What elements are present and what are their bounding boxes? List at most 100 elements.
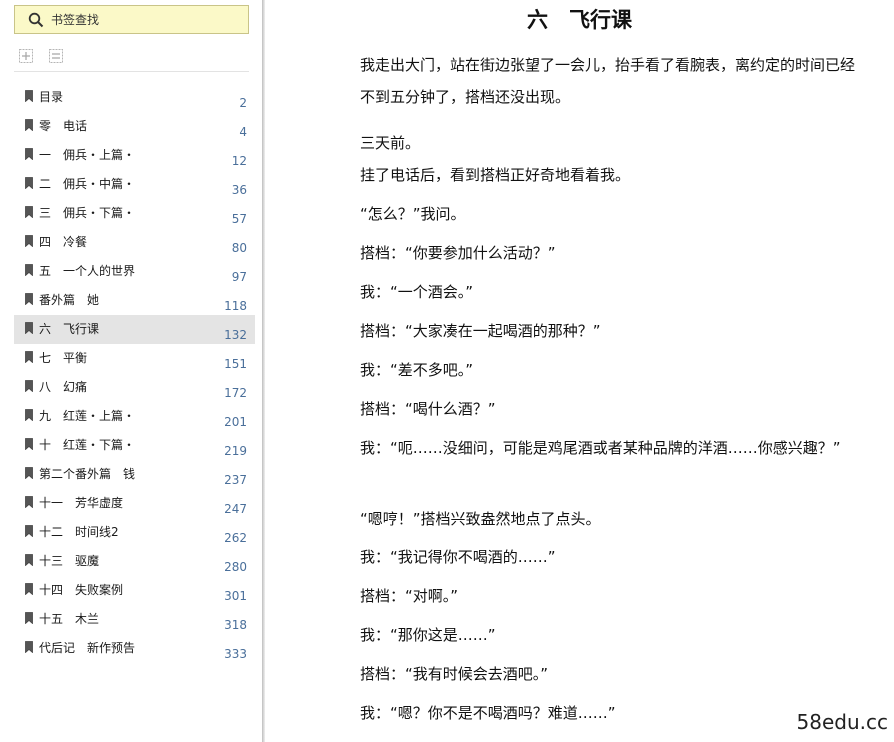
paragraph: 我：“嗯？你不是不喝酒吗？难道……”	[360, 704, 616, 722]
toc-item[interactable]: 二 佣兵・中篇・ 36	[14, 170, 255, 199]
toc-item-page: 219	[224, 444, 247, 458]
toc-item-label: 代后记 新作预告	[39, 641, 136, 655]
paragraph: 我：“我记得你不喝酒的……”	[360, 548, 556, 566]
paragraph: 我走出大门，站在街边张望了一会儿，抬手看了看腕表，离约定的时间已经不到五分钟了，…	[360, 56, 856, 106]
toc-item-page: 201	[224, 415, 247, 429]
paragraph: 挂了电话后，看到搭档正好奇地看着我。	[360, 166, 631, 184]
bookmark-search-box[interactable]	[14, 5, 249, 34]
bookmark-icon	[25, 554, 33, 566]
toc-list: 目录 2 零 电话 4 一 佣兵・上篇・ 12 二 佣兵・中篇・ 36 三 佣兵・下篇・ 57 四 …	[14, 83, 255, 663]
collapse-all-icon[interactable]	[48, 48, 64, 64]
toc-item[interactable]: 四 冷餐 80	[14, 228, 255, 257]
paragraph: “嗯哼！”搭档兴致盎然地点了点头。	[360, 510, 601, 528]
toc-item-page: 57	[231, 212, 247, 226]
toc-item[interactable]: 五 一个人的世界 97	[14, 257, 255, 286]
toc-item-label: 第二个番外篇 钱	[39, 467, 136, 481]
toc-item-page: 333	[224, 647, 247, 661]
chapter-title: 六 飞行课	[527, 7, 632, 32]
toc-item-page: 12	[231, 154, 247, 168]
toc-item-label: 十 红莲・下篇・	[39, 438, 136, 452]
toc-item-label: 四 冷餐	[39, 235, 88, 249]
bookmark-icon	[25, 583, 33, 595]
toc-item-label: 一 佣兵・上篇・	[39, 148, 136, 162]
reading-pane: 六 飞行课 我走出大门，站在街边张望了一会儿，抬手看了看腕表，离约定的时间已经不…	[265, 0, 894, 742]
toc-item-label: 十五 木兰	[39, 612, 100, 626]
bookmark-icon	[25, 206, 33, 218]
paragraph: 我：“那你这是……”	[360, 626, 496, 644]
toc-item-page: 97	[231, 270, 247, 284]
toc-item[interactable]: 一 佣兵・上篇・ 12	[14, 141, 255, 170]
expand-all-icon[interactable]	[18, 48, 34, 64]
bookmark-search-input[interactable]	[51, 11, 241, 29]
toc-item-label: 十三 驱魔	[39, 554, 100, 568]
toc-item-label: 六 飞行课	[39, 322, 100, 336]
toc-item-label: 五 一个人的世界	[39, 264, 136, 278]
search-icon	[28, 12, 44, 28]
paragraph: 我：“呃……没细问，可能是鸡尾酒或者某种品牌的洋酒……你感兴趣？”	[360, 439, 841, 457]
toc-item[interactable]: 十五 木兰 318	[14, 605, 255, 634]
paragraph: 搭档：“我有时候会去酒吧。”	[360, 665, 549, 683]
toc-item[interactable]: 第二个番外篇 钱 237	[14, 460, 255, 489]
bookmark-icon	[25, 235, 33, 247]
toc-item-page: 301	[224, 589, 247, 603]
toc-item[interactable]: 六 飞行课 132	[14, 315, 255, 344]
bookmark-icon	[25, 148, 33, 160]
bookmark-icon	[25, 293, 33, 305]
bookmark-icon	[25, 380, 33, 392]
sidebar-separator	[14, 71, 249, 72]
toc-item-page: 36	[231, 183, 247, 197]
toc-item-page: 247	[224, 502, 247, 516]
paragraph: 搭档：“你要参加什么活动？”	[360, 244, 556, 262]
toc-item-label: 零 电话	[39, 119, 88, 133]
toc-item-label: 八 幻痛	[39, 380, 88, 394]
toc-item-page: 132	[224, 328, 247, 342]
toc-item-page: 118	[224, 299, 247, 313]
toc-item[interactable]: 零 电话 4	[14, 112, 255, 141]
bookmark-icon	[25, 119, 33, 131]
bookmark-icon	[25, 438, 33, 450]
watermark: 58edu.cc	[796, 710, 888, 734]
toc-item-label: 三 佣兵・下篇・	[39, 206, 136, 220]
toc-item-label: 七 平衡	[39, 351, 88, 365]
paragraph: 搭档：“大家凑在一起喝酒的那种？”	[360, 322, 601, 340]
bookmark-icon	[25, 496, 33, 508]
toc-item-page: 318	[224, 618, 247, 632]
toc-item-label: 十一 芳华虚度	[39, 496, 124, 510]
toc-item-label: 十四 失败案例	[39, 583, 124, 597]
toc-item-page: 151	[224, 357, 247, 371]
paragraph: 三天前。	[360, 134, 421, 152]
paragraph: 我：“差不多吧。”	[360, 361, 474, 379]
bookmark-icon	[25, 409, 33, 421]
toc-item-label: 九 红莲・上篇・	[39, 409, 136, 423]
toc-item-page: 280	[224, 560, 247, 574]
toc-item[interactable]: 番外篇 她 118	[14, 286, 255, 315]
paragraph: 搭档：“对啊。”	[360, 587, 459, 605]
toc-item[interactable]: 十四 失败案例 301	[14, 576, 255, 605]
bookmark-icon	[25, 467, 33, 479]
bookmark-icon	[25, 641, 33, 653]
toc-item[interactable]: 九 红莲・上篇・ 201	[14, 402, 255, 431]
toc-item[interactable]: 八 幻痛 172	[14, 373, 255, 402]
paragraph: 搭档：“喝什么酒？”	[360, 400, 496, 418]
toc-item-label: 二 佣兵・中篇・	[39, 177, 136, 191]
paragraph: 我：“一个酒会。”	[360, 283, 474, 301]
bookmark-icon	[25, 264, 33, 276]
bookmark-icon	[25, 525, 33, 537]
toc-item-page: 2	[239, 96, 247, 110]
toc-item[interactable]: 三 佣兵・下篇・ 57	[14, 199, 255, 228]
toc-item[interactable]: 目录 2	[14, 83, 255, 112]
bookmark-icon	[25, 177, 33, 189]
toc-item[interactable]: 代后记 新作预告 333	[14, 634, 255, 663]
toc-item[interactable]: 十三 驱魔 280	[14, 547, 255, 576]
toc-item-page: 80	[231, 241, 247, 255]
bookmark-icon	[25, 322, 33, 334]
toc-item[interactable]: 十二 时间线2 262	[14, 518, 255, 547]
toc-item[interactable]: 十一 芳华虚度 247	[14, 489, 255, 518]
toc-item-label: 番外篇 她	[39, 293, 100, 307]
paragraph: “怎么？”我问。	[360, 205, 466, 223]
toc-item[interactable]: 十 红莲・下篇・ 219	[14, 431, 255, 460]
toc-item[interactable]: 七 平衡 151	[14, 344, 255, 373]
toc-item-page: 262	[224, 531, 247, 545]
toc-item-label: 十二 时间线2	[39, 525, 119, 539]
bookmark-sidebar: 目录 2 零 电话 4 一 佣兵・上篇・ 12 二 佣兵・中篇・ 36 三 佣兵・下篇・ 57 四 …	[0, 0, 262, 742]
